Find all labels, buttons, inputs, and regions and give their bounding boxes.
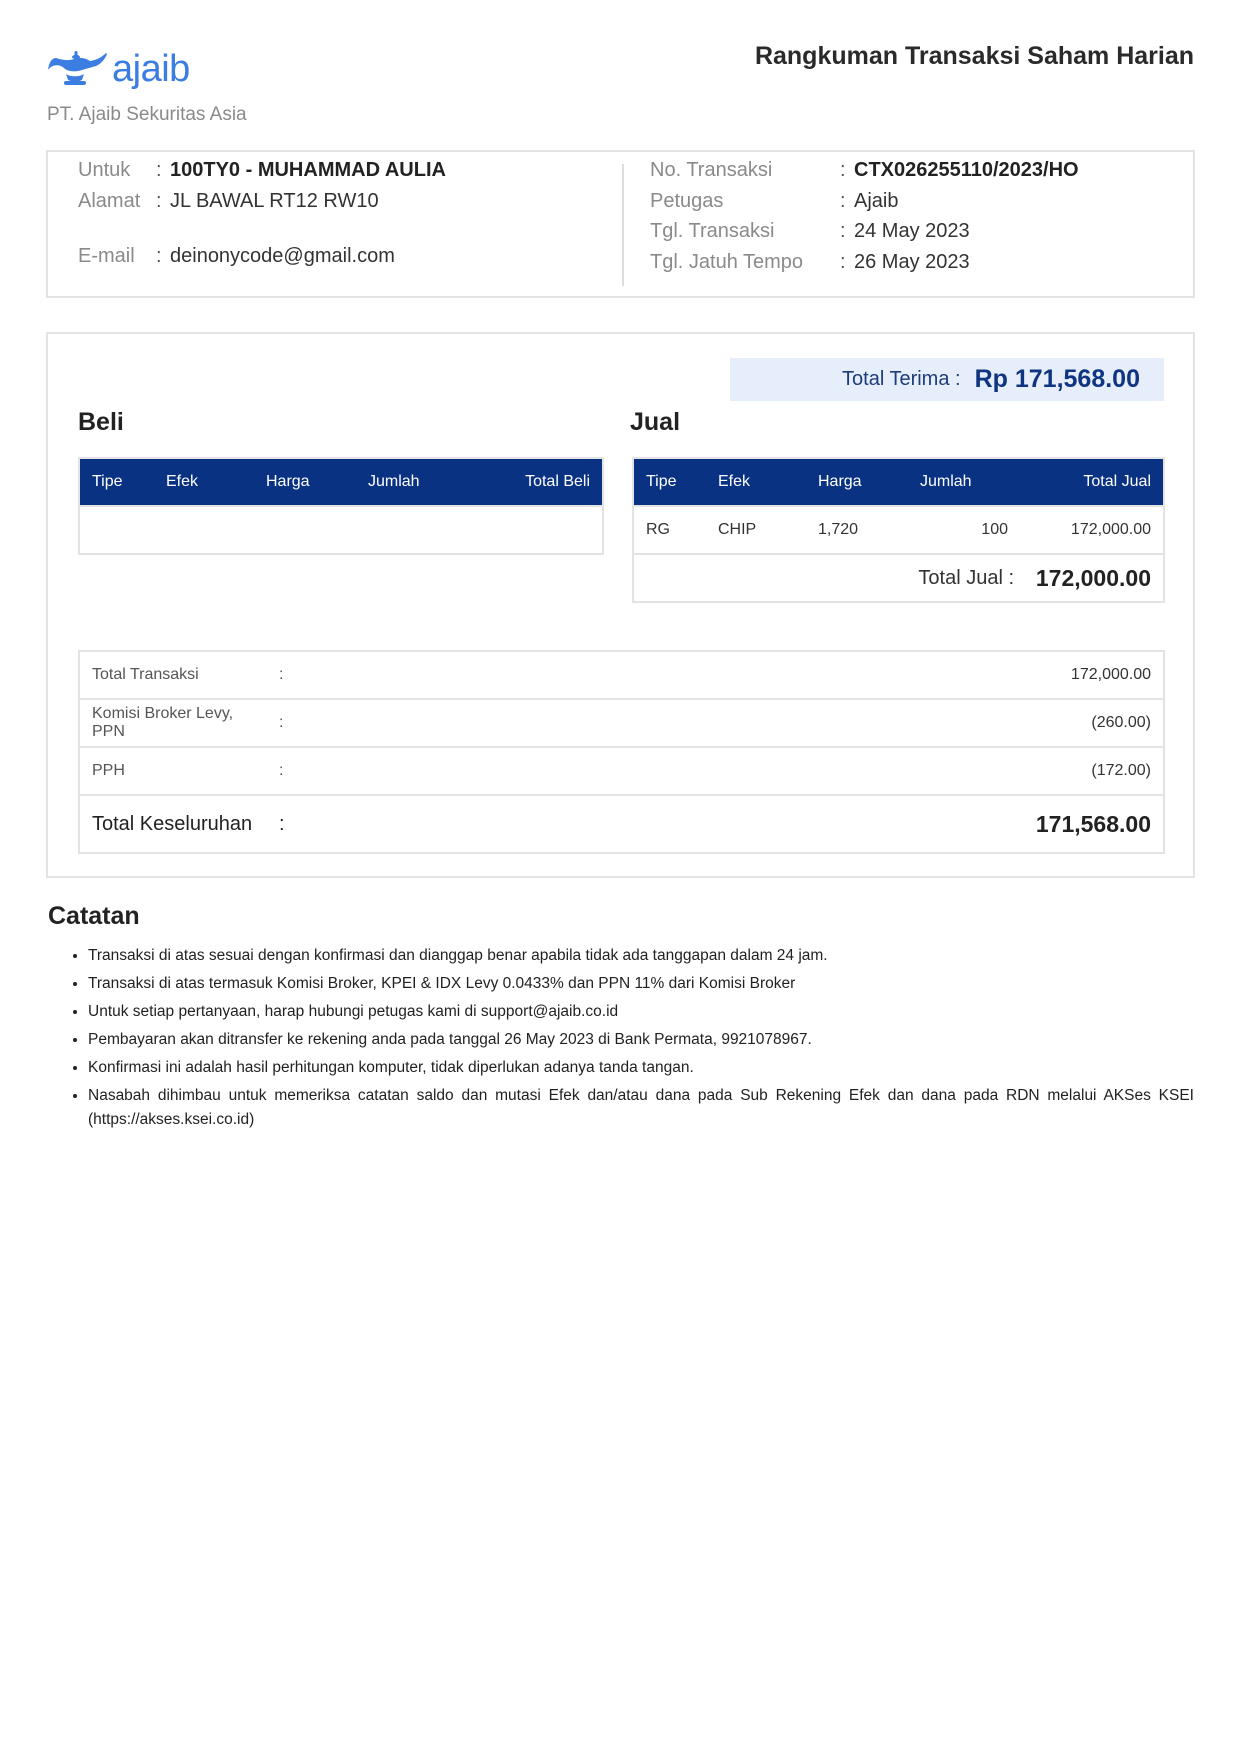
no-transaksi-row: No. Transaksi : CTX026255110/2023/HO [650, 158, 1079, 182]
jual-col-tipe: Tipe [633, 458, 706, 506]
beli-header-row: Tipe Efek Harga Jumlah Total Beli [79, 458, 603, 506]
notes-list: Transaksi di atas sesuai dengan konfirma… [88, 944, 1194, 1136]
beli-col-tipe: Tipe [79, 458, 154, 506]
company-name: PT. Ajaib Sekuritas Asia [47, 104, 247, 125]
tgl-jatuh-tempo-colon: : [840, 251, 846, 273]
summary-label: Total Transaksi [92, 666, 199, 683]
untuk-label: Untuk [78, 159, 131, 181]
summary-row: PPH : (172.00) [79, 746, 1164, 795]
jual-header-row: Tipe Efek Harga Jumlah Total Jual [633, 458, 1164, 506]
summary-value: 172,000.00 [1070, 666, 1151, 683]
summary-colon: : [279, 746, 319, 795]
total-terima-box: Total Terima : Rp 171,568.00 [730, 358, 1164, 401]
tgl-jatuh-tempo-row: Tgl. Jatuh Tempo : 26 May 2023 [650, 250, 970, 274]
summary-row: Komisi Broker Levy, PPN : (260.00) [79, 698, 1164, 747]
untuk-row: Untuk : 100TY0 - MUHAMMAD AULIA [78, 158, 446, 182]
summary-label: Komisi Broker Levy, PPN [79, 698, 279, 747]
grand-total-value: 171,568.00 [319, 794, 1164, 853]
alamat-label: Alamat [78, 190, 141, 212]
grand-total-row: Total Keseluruhan : 171,568.00 [79, 794, 1164, 853]
document-title: Rangkuman Transaksi Saham Harian [754, 42, 1194, 70]
email-label: E-mail [78, 245, 135, 267]
list-item: Transaksi di atas termasuk Komisi Broker… [88, 972, 1194, 996]
email-row: E-mail : deinonycode@gmail.com [78, 244, 395, 268]
grand-total-colon: : [279, 794, 319, 853]
beli-col-harga: Harga [254, 458, 356, 506]
table-row: RG CHIP 1,720 100 172,000.00 [633, 505, 1164, 554]
jual-col-total: Total Jual [1020, 458, 1164, 506]
grand-total-label: Total Keseluruhan [79, 794, 279, 853]
tgl-transaksi-label: Tgl. Transaksi [650, 220, 775, 242]
tgl-jatuh-tempo-label: Tgl. Jatuh Tempo [650, 251, 804, 273]
info-divider [622, 164, 624, 286]
client-info-box: Untuk : 100TY0 - MUHAMMAD AULIA Alamat :… [46, 150, 1195, 298]
transaction-panel: Total Terima : Rp 171,568.00 Beli Jual T… [46, 332, 1195, 878]
ajaib-logo: ajaib [46, 46, 190, 92]
notes-title: Catatan [48, 902, 140, 930]
list-item: Pembayaran akan ditransfer ke rekening a… [88, 1028, 1194, 1052]
list-item: Konfirmasi ini adalah hasil perhitungan … [88, 1056, 1194, 1080]
beli-col-jumlah: Jumlah [356, 458, 476, 506]
beli-title: Beli [78, 408, 124, 436]
jual-col-jumlah: Jumlah [908, 458, 1020, 506]
jual-cell-harga: 1,720 [806, 505, 908, 554]
no-transaksi-label: No. Transaksi [650, 159, 773, 181]
beli-col-efek: Efek [154, 458, 254, 506]
jual-table: Tipe Efek Harga Jumlah Total Jual RG CHI… [632, 457, 1165, 603]
jual-cell-tipe: RG [633, 505, 706, 554]
beli-col-total: Total Beli [476, 458, 603, 506]
summary-table: Total Transaksi : 172,000.00 Komisi Brok… [78, 650, 1165, 854]
petugas-row: Petugas : Ajaib [650, 189, 898, 213]
jual-col-efek: Efek [706, 458, 806, 506]
total-terima-label: Total Terima : [842, 368, 961, 390]
document-page: ajaib PT. Ajaib Sekuritas Asia Rangkuman… [0, 0, 1241, 1754]
petugas-label: Petugas [650, 190, 724, 212]
summary-label: PPH [79, 746, 279, 795]
summary-value: (172.00) [319, 746, 1164, 795]
alamat-row: Alamat : JL BAWAL RT12 RW10 [78, 189, 379, 213]
jual-total-row: Total Jual : 172,000.00 [633, 553, 1164, 602]
jual-cell-efek: CHIP [706, 505, 806, 554]
summary-value: (260.00) [319, 698, 1164, 747]
untuk-colon: : [156, 159, 162, 181]
email-colon: : [156, 245, 162, 267]
alamat-colon: : [156, 190, 162, 212]
alamat-value: JL BAWAL RT12 RW10 [170, 190, 379, 212]
summary-colon: : [279, 698, 319, 747]
tgl-transaksi-value: 24 May 2023 [854, 220, 970, 242]
tgl-jatuh-tempo-value: 26 May 2023 [854, 251, 970, 273]
jual-cell-total: 172,000.00 [1020, 505, 1164, 554]
total-jual-label: Total Jual : [633, 553, 1020, 602]
no-transaksi-value: CTX026255110/2023/HO [854, 159, 1079, 181]
petugas-colon: : [840, 190, 846, 212]
jual-title: Jual [630, 408, 681, 436]
tgl-transaksi-row: Tgl. Transaksi : 24 May 2023 [650, 219, 970, 243]
jual-cell-jumlah: 100 [908, 505, 1020, 554]
summary-colon: : [279, 666, 284, 683]
jual-col-harga: Harga [806, 458, 908, 506]
email-value: deinonycode@gmail.com [170, 245, 395, 267]
total-terima-value: Rp 171,568.00 [974, 365, 1140, 393]
no-transaksi-colon: : [840, 159, 846, 181]
list-item: Nasabah dihimbau untuk memeriksa catatan… [88, 1084, 1194, 1132]
magic-lamp-icon [48, 51, 107, 85]
petugas-value: Ajaib [854, 190, 899, 212]
list-item: Untuk setiap pertanyaan, harap hubungi p… [88, 1000, 1194, 1024]
list-item: Transaksi di atas sesuai dengan konfirma… [88, 944, 1194, 968]
beli-empty-cell [79, 505, 603, 554]
logo-text: ajaib [112, 48, 190, 90]
tgl-transaksi-colon: : [840, 220, 846, 242]
total-jual-value: 172,000.00 [1020, 553, 1164, 602]
beli-empty-row [79, 505, 603, 554]
untuk-value: 100TY0 - MUHAMMAD AULIA [170, 159, 446, 181]
summary-row: Total Transaksi : 172,000.00 [79, 651, 1164, 699]
beli-table: Tipe Efek Harga Jumlah Total Beli [78, 457, 604, 555]
